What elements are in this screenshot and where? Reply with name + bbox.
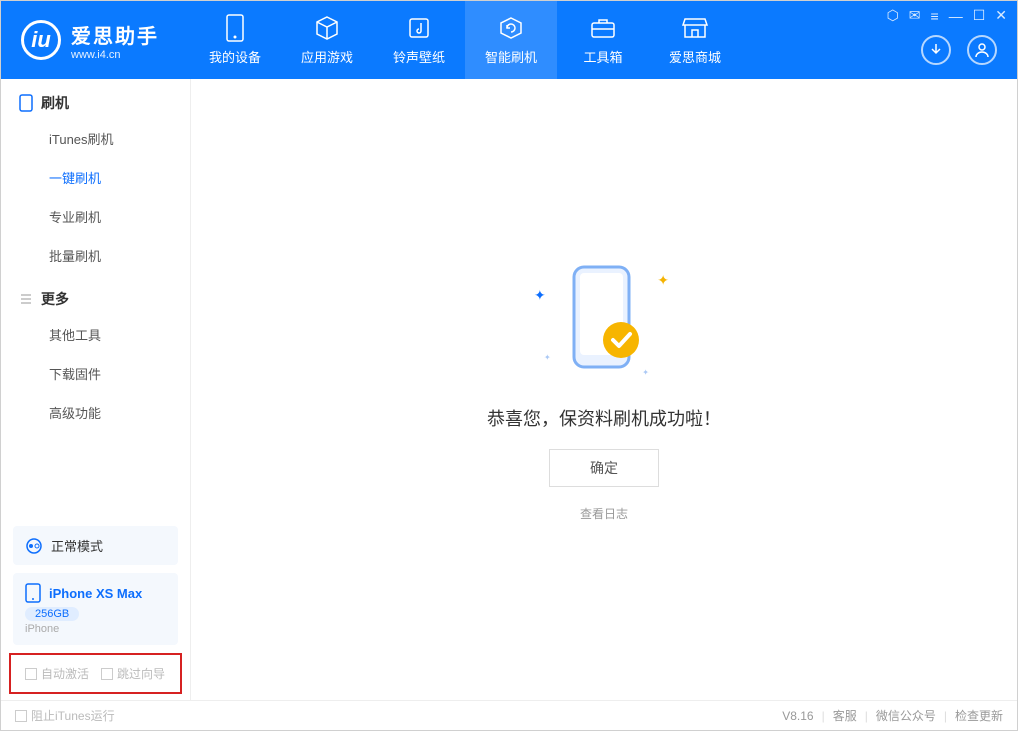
main-content: ✦ ✦ ✦ ✦ 恭喜您，保资料刷机成功啦！ 确定 查看日志 [191,79,1017,700]
maximize-icon[interactable]: ☐ [973,7,986,24]
options-highlight: 自动激活 跳过向导 [9,653,182,694]
tshirt-icon[interactable]: ⬡ [887,7,899,24]
sparkle-icon: ✦ [642,368,649,377]
download-button[interactable] [921,35,951,65]
list-icon [19,292,33,306]
checkbox-skip-guide[interactable]: 跳过向导 [101,665,165,682]
ok-button[interactable]: 确定 [549,449,659,487]
tab-my-device[interactable]: 我的设备 [189,1,281,79]
mode-card[interactable]: 正常模式 [13,526,178,565]
sidebar-item-pro-flash[interactable]: 专业刷机 [1,197,190,236]
sidebar: 刷机 iTunes刷机 一键刷机 专业刷机 批量刷机 更多 其他工具 下载固件 … [1,79,191,700]
device-icon [25,583,41,603]
mode-label: 正常模式 [51,536,103,555]
success-message: 恭喜您，保资料刷机成功啦！ [487,405,721,431]
section-flash: 刷机 [1,79,190,119]
nav-tabs: 我的设备 应用游戏 铃声壁纸 智能刷机 工具箱 爱思商城 [189,1,741,79]
sidebar-item-other-tools[interactable]: 其他工具 [1,315,190,354]
tab-label: 铃声壁纸 [393,47,445,66]
phone-success-icon [559,262,649,382]
tab-smart-flash[interactable]: 智能刷机 [465,1,557,79]
tab-label: 智能刷机 [485,47,537,66]
check-update-link[interactable]: 检查更新 [955,707,1003,724]
tab-label: 工具箱 [583,47,622,66]
tab-apps-games[interactable]: 应用游戏 [281,1,373,79]
section-more: 更多 [1,275,190,315]
view-log-link[interactable]: 查看日志 [580,505,628,522]
sidebar-item-batch-flash[interactable]: 批量刷机 [1,236,190,275]
section-title-label: 刷机 [41,93,69,113]
checkbox-auto-activate[interactable]: 自动激活 [25,665,89,682]
tab-ringtones[interactable]: 铃声壁纸 [373,1,465,79]
tab-label: 应用游戏 [301,47,353,66]
tab-store[interactable]: 爱思商城 [649,1,741,79]
sparkle-icon: ✦ [657,272,669,289]
user-button[interactable] [967,35,997,65]
checkbox-block-itunes[interactable]: 阻止iTunes运行 [15,707,115,724]
store-icon [682,15,708,41]
checkbox-label: 阻止iTunes运行 [31,707,115,724]
phone-icon [19,94,33,112]
wechat-link[interactable]: 微信公众号 [876,707,936,724]
device-name: iPhone XS Max [49,586,142,601]
menu-icon[interactable]: ≡ [931,8,939,24]
refresh-icon [498,15,524,41]
success-illustration: ✦ ✦ ✦ ✦ [544,257,664,387]
sidebar-item-download-firmware[interactable]: 下载固件 [1,354,190,393]
music-icon [406,15,432,41]
tab-label: 我的设备 [209,47,261,66]
cube-icon [314,15,340,41]
sidebar-item-oneclick-flash[interactable]: 一键刷机 [1,158,190,197]
status-bar: 阻止iTunes运行 V8.16 | 客服 | 微信公众号 | 检查更新 [1,700,1017,730]
sparkle-icon: ✦ [544,353,551,362]
checkbox-label: 跳过向导 [117,665,165,682]
window-controls: ⬡ ✉ ≡ — ☐ ✕ [887,7,1007,24]
version-label: V8.16 [782,709,813,723]
app-url: www.i4.cn [71,49,159,61]
device-icon [222,15,248,41]
section-title-label: 更多 [41,289,69,309]
app-name: 爱思助手 [71,20,159,49]
tab-toolbox[interactable]: 工具箱 [557,1,649,79]
tab-label: 爱思商城 [669,47,721,66]
sparkle-icon: ✦ [534,287,546,304]
mode-icon [25,537,43,555]
app-logo: iu 爱思助手 www.i4.cn [1,20,179,61]
feedback-icon[interactable]: ✉ [909,7,921,24]
support-link[interactable]: 客服 [833,707,857,724]
close-icon[interactable]: ✕ [995,7,1007,24]
minimize-icon[interactable]: — [949,8,963,24]
device-card[interactable]: iPhone XS Max 256GB iPhone [13,573,178,645]
device-type: iPhone [25,623,166,635]
device-storage: 256GB [25,607,79,621]
checkbox-label: 自动激活 [41,665,89,682]
header-right-buttons [921,35,997,65]
toolbox-icon [590,15,616,41]
logo-icon: iu [21,20,61,60]
sidebar-item-itunes-flash[interactable]: iTunes刷机 [1,119,190,158]
app-header: iu 爱思助手 www.i4.cn 我的设备 应用游戏 铃声壁纸 智能刷机 工具… [1,1,1017,79]
sidebar-item-advanced[interactable]: 高级功能 [1,393,190,432]
